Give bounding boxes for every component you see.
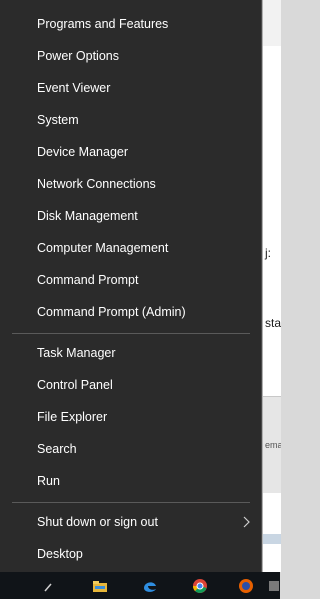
chrome-icon[interactable] xyxy=(192,578,208,594)
menu-item-task-manager[interactable]: Task Manager xyxy=(0,337,261,369)
menu-item-programs-and-features[interactable]: Programs and Features xyxy=(0,8,261,40)
background-text-fragment: sta xyxy=(265,316,281,330)
menu-item-computer-management[interactable]: Computer Management xyxy=(0,232,261,264)
app-icon[interactable] xyxy=(268,578,284,594)
firefox-icon[interactable] xyxy=(238,578,254,594)
background-text-fragment: ema xyxy=(265,440,281,450)
menu-item-network-connections[interactable]: Network Connections xyxy=(0,168,261,200)
menu-item-command-prompt[interactable]: Command Prompt xyxy=(0,264,261,296)
menu-item-label: Shut down or sign out xyxy=(37,515,158,529)
menu-item-desktop[interactable]: Desktop xyxy=(0,538,261,570)
menu-item-disk-management[interactable]: Disk Management xyxy=(0,200,261,232)
menu-separator xyxy=(12,502,250,503)
menu-item-event-viewer[interactable]: Event Viewer xyxy=(0,72,261,104)
search-icon[interactable] xyxy=(42,578,58,594)
file-explorer-icon[interactable] xyxy=(92,578,108,594)
menu-item-run[interactable]: Run xyxy=(0,465,261,497)
edge-icon[interactable] xyxy=(142,578,158,594)
menu-item-file-explorer[interactable]: File Explorer xyxy=(0,401,261,433)
background-window: j: sta ema xyxy=(262,0,281,572)
menu-item-control-panel[interactable]: Control Panel xyxy=(0,369,261,401)
chevron-right-icon xyxy=(243,516,250,528)
menu-separator xyxy=(12,333,250,334)
menu-item-system[interactable]: System xyxy=(0,104,261,136)
menu-item-search[interactable]: Search xyxy=(0,433,261,465)
menu-item-power-options[interactable]: Power Options xyxy=(0,40,261,72)
menu-item-device-manager[interactable]: Device Manager xyxy=(0,136,261,168)
menu-item-shut-down-or-sign-out[interactable]: Shut down or sign out xyxy=(0,506,261,538)
power-user-menu: Programs and Features Power Options Even… xyxy=(0,0,262,572)
taskbar xyxy=(0,572,280,599)
menu-item-command-prompt-admin[interactable]: Command Prompt (Admin) xyxy=(0,296,261,328)
background-highlight-strip xyxy=(263,534,281,544)
background-window-toolbar xyxy=(263,0,281,46)
background-text-fragment: j: xyxy=(265,246,271,260)
